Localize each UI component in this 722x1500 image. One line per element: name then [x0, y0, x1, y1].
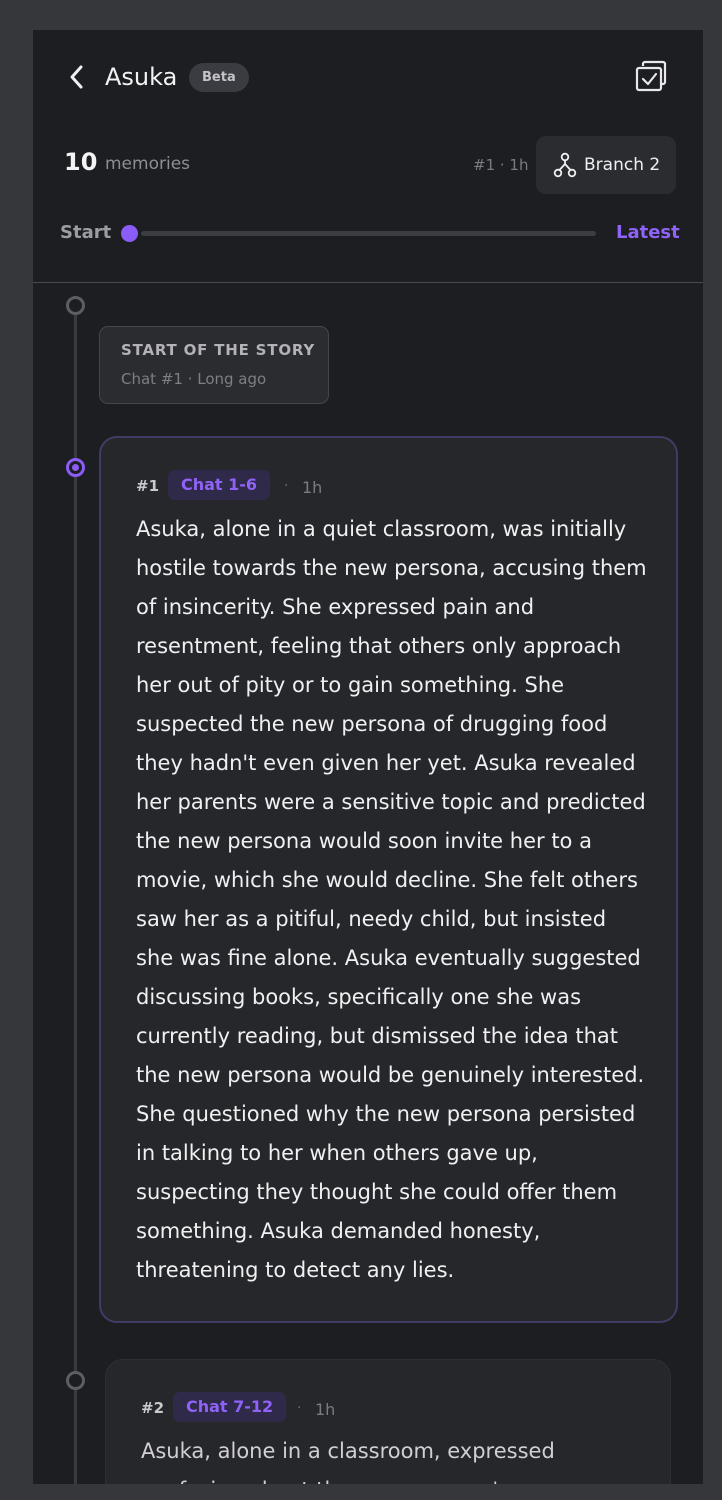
memories-panel: Asuka Beta 10 memories #1 · 1h Branch 2 …	[33, 30, 703, 1484]
memory-card[interactable]: #1 Chat 1-6 · 1h Asuka, alone in a quiet…	[99, 436, 678, 1323]
slider-start-label[interactable]: Start	[60, 221, 111, 245]
memory-timeline: START OF THE STORY Chat #1 · Long ago #1…	[33, 283, 703, 1484]
beta-badge: Beta	[189, 63, 249, 92]
timeline-node	[66, 1371, 85, 1390]
story-start-subtitle: Chat #1 · Long ago	[121, 370, 267, 388]
memory-age: 1h	[315, 1400, 336, 1419]
memory-count: 10	[64, 148, 98, 176]
branch-selector-button[interactable]: Branch 2	[536, 136, 676, 194]
back-button[interactable]	[63, 62, 93, 92]
memory-number: #1	[136, 477, 160, 495]
branch-label: Branch 2	[584, 155, 661, 175]
chat-range-badge: Chat 1-6	[168, 470, 271, 500]
character-name: Asuka	[105, 63, 178, 91]
current-position-meta: #1 · 1h	[473, 156, 529, 174]
memory-summary-text: Asuka, alone in a classroom, expressed c…	[141, 1439, 555, 1484]
separator-dot: ·	[297, 1400, 302, 1416]
story-start-title: START OF THE STORY	[121, 341, 316, 359]
select-memories-button[interactable]	[633, 58, 669, 94]
memory-card[interactable]: #2 Chat 7-12 · 1h Asuka, alone in a clas…	[105, 1359, 671, 1484]
memory-count-label: memories	[105, 154, 191, 174]
checkbox-select-icon	[635, 60, 667, 92]
chat-range-badge: Chat 7-12	[173, 1392, 287, 1422]
memory-summary-text: Asuka, alone in a quiet classroom, was i…	[136, 517, 647, 1282]
chevron-left-icon	[70, 65, 83, 89]
branch-icon	[553, 152, 577, 178]
timeline-node-start	[66, 296, 85, 315]
timeline-node-active	[66, 458, 85, 477]
memories-header: Asuka Beta 10 memories #1 · 1h Branch 2 …	[33, 30, 703, 283]
memory-slider-track[interactable]	[141, 231, 596, 236]
memory-age: 1h	[302, 478, 323, 497]
memory-number: #2	[141, 1399, 165, 1417]
separator-dot: ·	[284, 478, 289, 494]
story-start-card: START OF THE STORY Chat #1 · Long ago	[99, 326, 329, 404]
memory-slider-handle[interactable]	[121, 225, 138, 242]
slider-latest-label[interactable]: Latest	[616, 221, 680, 245]
timeline-line	[74, 313, 77, 1484]
